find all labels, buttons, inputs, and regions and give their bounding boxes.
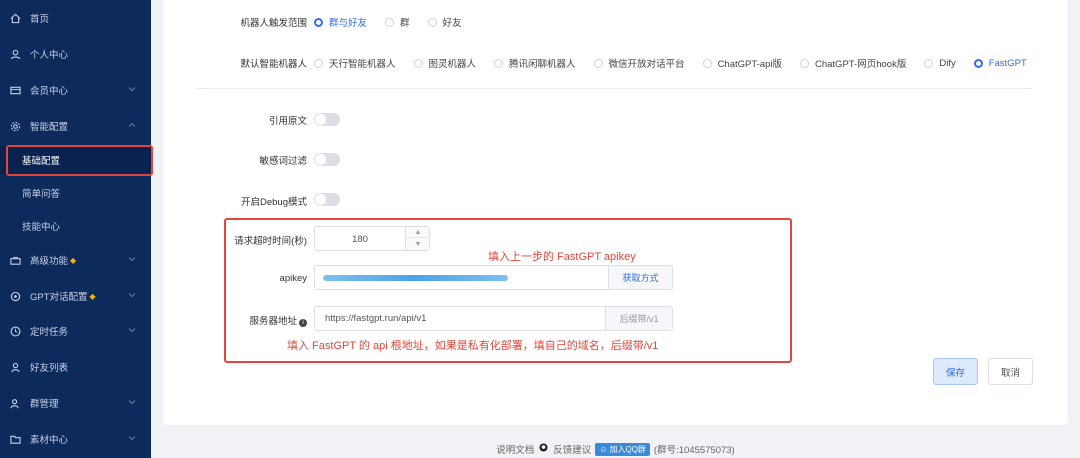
info-icon: i [299, 319, 307, 327]
sidebar-item-label: 定时任务 [30, 327, 69, 338]
radio-tianxing[interactable]: 天行智能机器人 [314, 56, 396, 70]
chevron-up-icon[interactable]: ▲ [406, 227, 430, 238]
sidebar-item-label: 个人中心 [30, 50, 69, 61]
default-robot-label: 默认智能机器人 [240, 59, 307, 70]
sidebar-item-label: 基础配置 [22, 156, 61, 167]
group-number: (群号:1045575073) [653, 445, 735, 456]
sensitive-filter-label: 敏感词过滤 [259, 156, 307, 167]
timeout-stepper[interactable]: 180 ▲ ▼ [314, 226, 430, 251]
quote-toggle[interactable] [314, 113, 340, 126]
server-annotation: 填入 FastGPT 的 api 根地址，如果是私有化部署，填自己的域名，后缀带… [287, 340, 659, 352]
sidebar-item-label: 智能配置 [30, 122, 69, 133]
chevron-up-icon [128, 122, 136, 127]
trigger-scope-radio-group: 群与好友 群 好友 [314, 15, 480, 29]
sidebar-item-friends[interactable]: 好友列表 [0, 353, 151, 381]
apikey-label: apikey [279, 273, 307, 284]
sidebar-item-simple-qa[interactable]: 简单问答 [0, 179, 151, 207]
chevron-down-icon [128, 87, 136, 92]
get-apikey-button[interactable]: 获取方式 [608, 266, 672, 289]
chevron-down-icon [128, 400, 136, 405]
gear-icon [8, 119, 22, 133]
diamond-icon: ◆ [70, 255, 77, 265]
debug-mode-toggle[interactable] [314, 193, 340, 206]
sidebar: 首页 个人中心 会员中心 智能配置 基础配置 简单问答 技能中心 高级功能 ◆ … [0, 0, 151, 458]
user-icon [8, 47, 22, 61]
sidebar-item-label: 高级功能 [30, 256, 69, 267]
timeout-value: 180 [352, 234, 368, 245]
sidebar-item-home[interactable]: 首页 [0, 4, 151, 32]
sidebar-item-advanced[interactable]: 高级功能 ◆ [0, 246, 151, 274]
docs-link[interactable]: 说明文档 [496, 442, 534, 456]
radio-tencent[interactable]: 腾讯闲聊机器人 [494, 56, 576, 70]
card-icon [8, 83, 22, 97]
qq-icon: ☺ [599, 444, 608, 454]
radio-group-and-friends[interactable]: 群与好友 [314, 15, 367, 29]
chevron-down-icon [128, 328, 136, 333]
redacted-apikey [323, 275, 508, 281]
feedback-link[interactable]: 反馈建议 [553, 442, 591, 456]
radio-fastgpt[interactable]: FastGPT [973, 58, 1027, 69]
home-icon [8, 11, 22, 25]
chevron-down-icon[interactable]: ▼ [406, 239, 430, 250]
folder-icon [8, 432, 22, 446]
server-suffix-hint: 后缀带/v1 [605, 307, 672, 330]
sidebar-item-label: 会员中心 [30, 86, 69, 97]
sidebar-item-groups[interactable]: 群管理 [0, 389, 151, 417]
sidebar-item-gpt-config[interactable]: GPT对话配置 ◆ [0, 282, 151, 310]
default-robot-radio-group: 天行智能机器人 图灵机器人 腾讯闲聊机器人 微信开放对话平台 ChatGPT-a… [314, 56, 1027, 70]
server-address-value: https://fastgpt.run/api/v1 [325, 313, 427, 324]
sidebar-item-label: 简单问答 [22, 189, 61, 200]
sidebar-item-label: 技能中心 [22, 222, 61, 233]
stepper-controls: ▲ ▼ [405, 227, 430, 250]
apikey-annotation: 填入上一步的 FastGPT apikey [488, 251, 636, 263]
debug-mode-label: 开启Debug模式 [241, 197, 307, 208]
chevron-down-icon [128, 436, 136, 441]
sidebar-item-label: 素材中心 [30, 435, 69, 446]
qq-group-badge[interactable]: ☺ 加入QQ群 [595, 442, 650, 456]
radio-group[interactable]: 群 [385, 15, 410, 29]
sidebar-item-materials[interactable]: 素材中心 [0, 425, 151, 453]
timeout-label: 请求超时时间(秒) [234, 236, 307, 247]
sidebar-item-membership[interactable]: 会员中心 [0, 76, 151, 104]
person-icon [8, 360, 22, 374]
server-address-label: 服务器地址 i [213, 313, 307, 327]
radio-friends[interactable]: 好友 [427, 15, 462, 29]
sidebar-item-smart-config[interactable]: 智能配置 [0, 112, 151, 140]
gpt-icon [8, 289, 22, 303]
footer: 说明文档 反馈建议 ☺ 加入QQ群 (群号:1045575073) [151, 440, 1080, 458]
trigger-scope-label: 机器人触发范围 [240, 18, 307, 29]
github-icon [539, 443, 548, 455]
radio-tuling[interactable]: 图灵机器人 [413, 56, 476, 70]
sidebar-item-label: 首页 [30, 14, 50, 25]
sidebar-item-basic-config[interactable]: 基础配置 [0, 146, 151, 174]
clock-icon [8, 324, 22, 338]
divider [196, 88, 1032, 89]
radio-chatgpt-api[interactable]: ChatGPT-api版 [702, 56, 782, 70]
server-address-input[interactable]: https://fastgpt.run/api/v1 后缀带/v1 [314, 306, 673, 331]
sidebar-item-profile[interactable]: 个人中心 [0, 40, 151, 68]
radio-dify[interactable]: Dify [924, 58, 956, 69]
quote-label: 引用原文 [268, 116, 307, 127]
sensitive-filter-toggle[interactable] [314, 153, 340, 166]
apikey-input[interactable]: 获取方式 [314, 265, 673, 290]
chevron-down-icon [128, 257, 136, 262]
sidebar-item-label: 好友列表 [30, 363, 69, 374]
briefcase-icon [8, 253, 22, 267]
chevron-down-icon [128, 293, 136, 298]
group-icon [8, 396, 22, 410]
radio-chatgpt-web[interactable]: ChatGPT-网页hook版 [799, 56, 906, 70]
sidebar-item-label: 群管理 [30, 399, 59, 410]
sidebar-item-label: GPT对话配置 [30, 292, 88, 303]
diamond-icon: ◆ [89, 291, 96, 301]
sidebar-item-skill-center[interactable]: 技能中心 [0, 212, 151, 240]
cancel-button[interactable]: 取消 [988, 358, 1033, 385]
save-button[interactable]: 保存 [933, 358, 978, 385]
radio-wechat-open[interactable]: 微信开放对话平台 [593, 56, 685, 70]
sidebar-item-scheduled[interactable]: 定时任务 [0, 317, 151, 345]
